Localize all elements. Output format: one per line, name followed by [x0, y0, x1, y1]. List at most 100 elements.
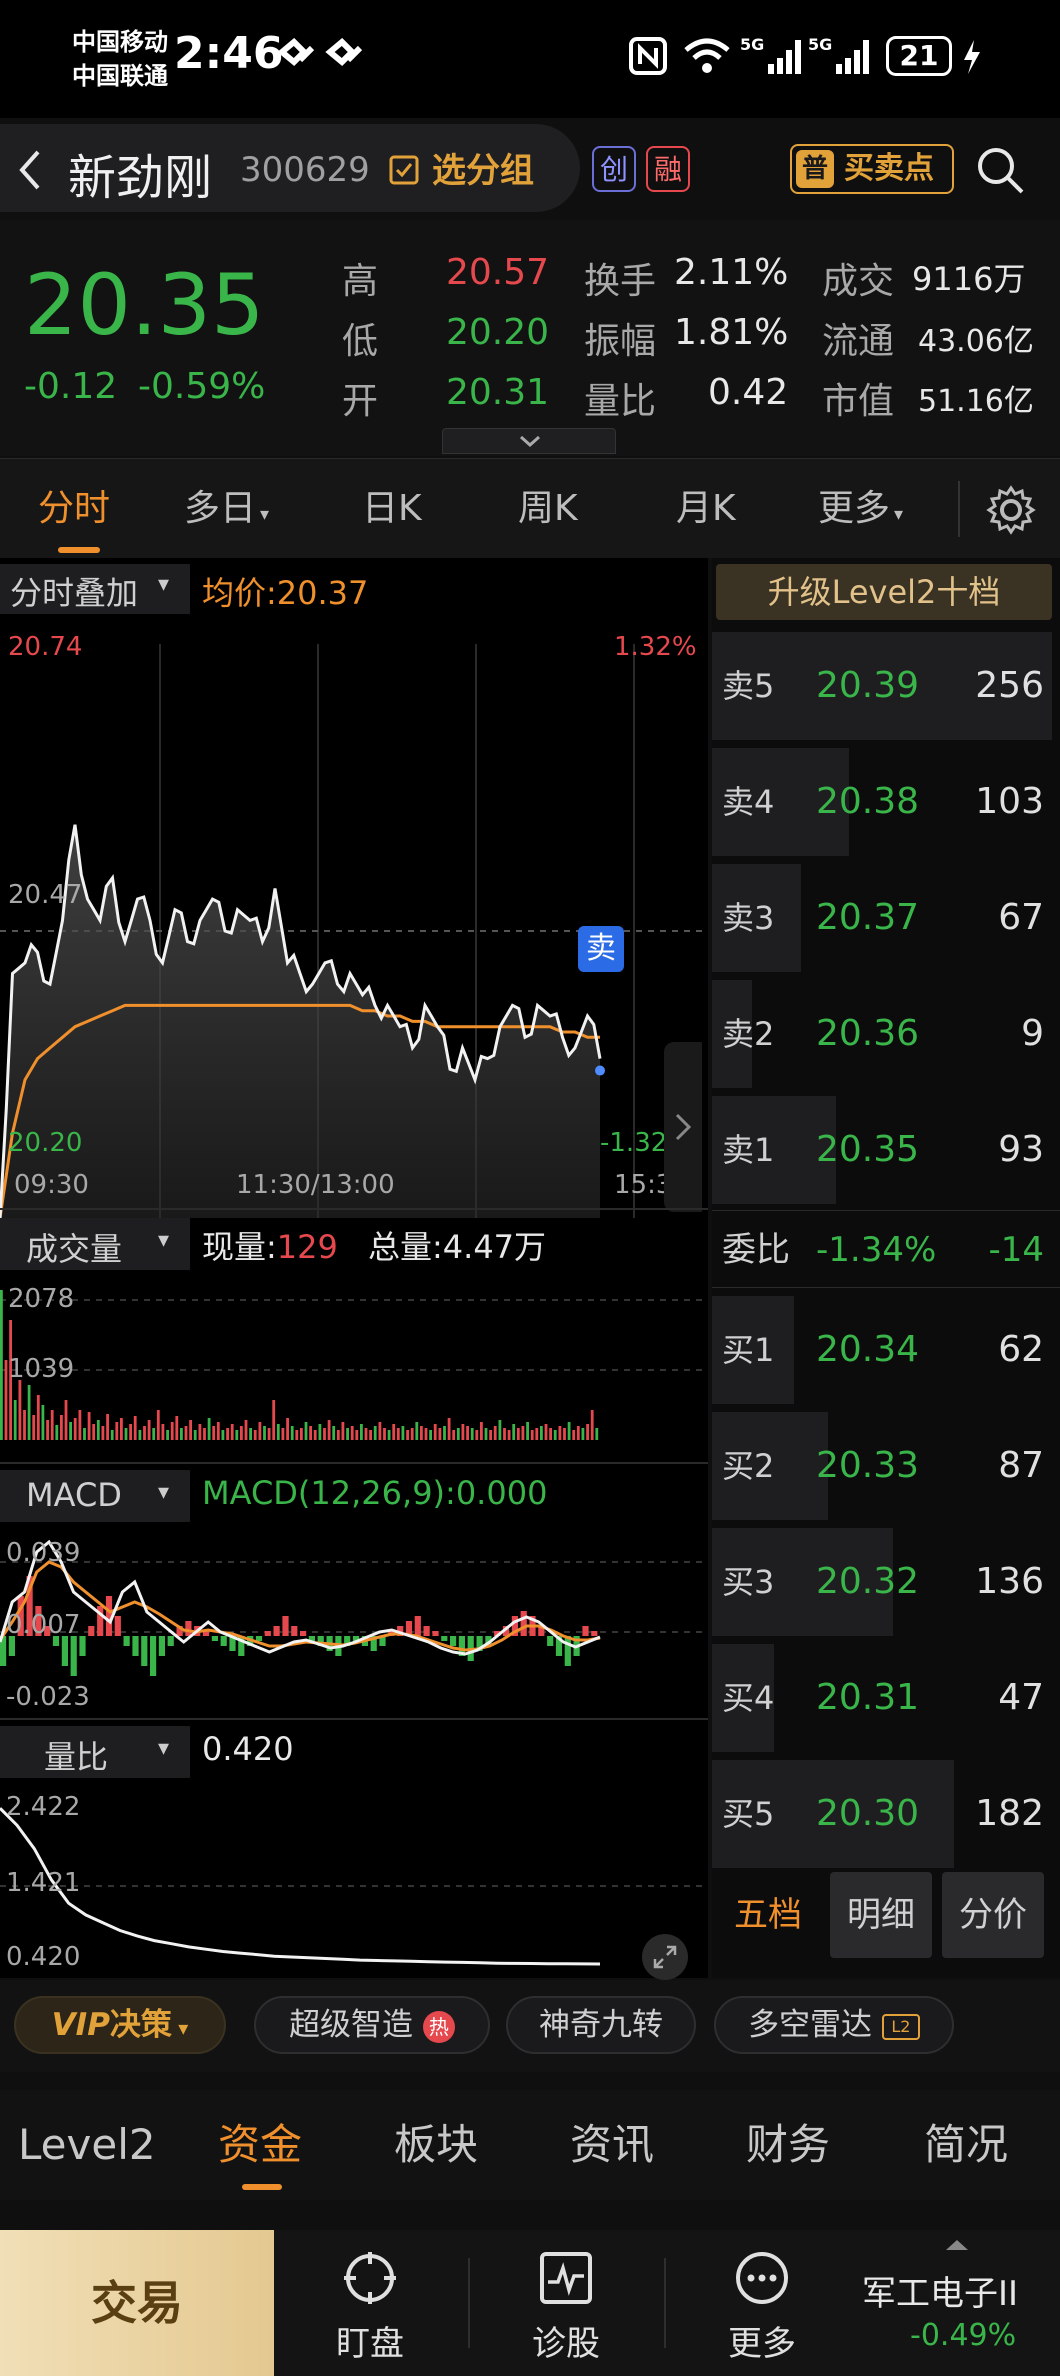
tab-intraday[interactable]: 分时 — [38, 459, 110, 559]
volume-chart[interactable] — [0, 1270, 708, 1448]
macd-histogram-bar — [185, 1621, 192, 1636]
overlay-dropdown[interactable]: 分时叠加 ▾ — [0, 564, 190, 614]
volume-bar — [189, 1420, 192, 1440]
tab-sector[interactable]: 板块 — [394, 2090, 478, 2200]
vip-decision-chip[interactable]: VIP决策 ▾ — [14, 1996, 226, 2054]
dropdown-caret-icon: ▾ — [894, 504, 904, 525]
related-sector-button[interactable]: 军工电子II -0.49% — [860, 2230, 1060, 2376]
macd-chart[interactable] — [0, 1522, 708, 1718]
tab-weekly-k[interactable]: 周K — [518, 459, 578, 559]
volume-bar — [429, 1430, 432, 1440]
bid-level-1[interactable]: 买1 20.34 62 — [712, 1292, 1060, 1408]
info-tabs: Level2 资金 板块 资讯 财务 简况 — [0, 2090, 1060, 2200]
bid-level-2[interactable]: 买2 20.33 87 — [712, 1408, 1060, 1524]
ask-level-4[interactable]: 卖4 20.38 103 — [712, 744, 1060, 860]
dropdown-caret-icon: ▾ — [260, 504, 270, 525]
tab-news[interactable]: 资讯 — [570, 2090, 654, 2200]
signal-label: 买卖点 — [844, 151, 934, 186]
expand-quote-button[interactable] — [442, 428, 616, 454]
chip-magic-nine[interactable]: 神奇九转 — [506, 1996, 696, 2054]
gear-icon[interactable] — [986, 485, 1036, 535]
volume-bar — [410, 1428, 414, 1440]
quote-panel: 20.35 -0.12 -0.59% 高 20.57 低 20.20 开 20.… — [0, 220, 1060, 456]
volume-indicator-dropdown[interactable]: 成交量 ▾ — [0, 1218, 190, 1270]
macd-histogram-bar — [132, 1636, 139, 1656]
macd-histogram-bar — [114, 1616, 121, 1636]
trade-button[interactable]: 交易 — [0, 2230, 274, 2376]
bid-level-5[interactable]: 买5 20.30 182 — [712, 1756, 1060, 1872]
tab-label: 日K — [362, 488, 422, 529]
charging-icon — [964, 40, 980, 74]
book-tab-five-levels[interactable]: 五档 — [712, 1872, 824, 1958]
macd-indicator-dropdown[interactable]: MACD ▾ — [0, 1470, 190, 1522]
y-axis-mid: 20.47 — [8, 880, 83, 910]
chart-area[interactable]: 分时叠加 ▾ 均价:20.37 卖 20.74 1.32% 20.47 20.2… — [0, 558, 708, 1980]
signal-badge: 普 — [796, 150, 834, 188]
volume-bar — [507, 1430, 511, 1440]
ask-level-5[interactable]: 卖5 20.39 256 — [712, 628, 1060, 744]
chip-super-smart[interactable]: 超级智造 热 — [254, 1996, 490, 2054]
upgrade-level2-button[interactable]: 升级Level2十档 — [716, 564, 1052, 620]
volume-bar — [295, 1430, 299, 1440]
volume-bar — [493, 1426, 497, 1440]
volume-bar — [521, 1426, 525, 1440]
dropdown-caret-icon: ▾ — [158, 1228, 170, 1253]
active-tab-indicator — [242, 2184, 282, 2190]
volume-bar — [558, 1426, 562, 1440]
back-icon[interactable] — [14, 148, 44, 192]
level-label: 买2 — [722, 1447, 775, 1485]
tab-more[interactable]: 更多 ▾ — [818, 459, 903, 559]
ask-level-2[interactable]: 卖2 20.36 9 — [712, 976, 1060, 1092]
checkbox-icon — [389, 155, 419, 185]
level-label: 卖4 — [722, 783, 775, 821]
tab-level2[interactable]: Level2 — [18, 2090, 156, 2200]
last-price-dot — [595, 1065, 605, 1076]
low-label: 低 — [342, 321, 379, 362]
buy-sell-signal-button[interactable]: 普 买卖点 — [790, 144, 954, 194]
level-label: 卖5 — [722, 667, 775, 705]
sector-change: -0.49% — [910, 2318, 1017, 2353]
book-tab-detail[interactable]: 明细 — [830, 1872, 932, 1958]
tab-daily-k[interactable]: 日K — [362, 459, 422, 559]
search-icon[interactable] — [974, 144, 1026, 196]
book-tab-price-dist[interactable]: 分价 — [942, 1872, 1044, 1958]
level-price: 20.30 — [816, 1793, 920, 1834]
volume-bar — [156, 1410, 160, 1440]
volume-bar — [447, 1418, 451, 1440]
level-label: 买3 — [722, 1563, 775, 1601]
sell-signal-marker[interactable]: 卖 — [578, 926, 624, 972]
volume-bar — [13, 1400, 17, 1440]
macd-y-bottom: -0.023 — [6, 1682, 90, 1712]
volume-bar — [87, 1412, 91, 1440]
volume-bar — [4, 1360, 8, 1440]
bid-level-4[interactable]: 买4 20.31 47 — [712, 1640, 1060, 1756]
tab-finance[interactable]: 财务 — [746, 2090, 830, 2200]
volume-y-top: 2078 — [8, 1284, 75, 1314]
diagnose-button[interactable]: 诊股 — [506, 2230, 626, 2376]
volume-label: 成交量 — [26, 1230, 123, 1268]
bid-level-3[interactable]: 买3 20.32 136 — [712, 1524, 1060, 1640]
more-button[interactable]: 更多 — [702, 2230, 822, 2376]
ask-level-3[interactable]: 卖3 20.37 67 — [712, 860, 1060, 976]
volume-bar — [415, 1422, 419, 1440]
clock: 2:46 — [174, 28, 284, 79]
hot-badge: 热 — [422, 2010, 455, 2043]
tab-multi-day[interactable]: 多日 ▾ — [184, 459, 269, 559]
volume-bar — [461, 1424, 465, 1440]
chip-bull-bear-radar[interactable]: 多空雷达 L2 — [714, 1996, 954, 2054]
volume-bar — [373, 1426, 377, 1440]
macd-dif-line — [0, 1539, 601, 1656]
volume-bar — [530, 1430, 534, 1440]
current-volume-label: 现量: — [202, 1228, 277, 1266]
ask-level-1[interactable]: 卖1 20.35 93 — [712, 1092, 1060, 1208]
watch-button[interactable]: 盯盘 — [310, 2230, 430, 2376]
tab-profile[interactable]: 简况 — [924, 2090, 1008, 2200]
stock-name: 新劲刚 — [68, 150, 213, 206]
ratio-indicator-dropdown[interactable]: 量比 ▾ — [0, 1726, 190, 1778]
macd-histogram-bar — [547, 1636, 554, 1646]
collapse-book-handle[interactable] — [664, 1042, 702, 1212]
tab-monthly-k[interactable]: 月K — [676, 459, 736, 559]
volume-ratio-chart[interactable] — [0, 1778, 708, 1978]
level-label: 买5 — [722, 1795, 775, 1833]
fullscreen-button[interactable] — [642, 1934, 688, 1980]
